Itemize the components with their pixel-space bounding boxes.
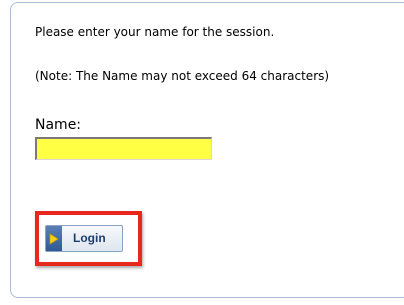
play-arrow-icon (46, 226, 62, 251)
name-input[interactable] (35, 137, 212, 160)
login-panel: Please enter your name for the session. … (10, 2, 404, 298)
name-label: Name: (35, 117, 82, 133)
instruction-text: Please enter your name for the session. (35, 25, 275, 39)
login-button[interactable]: Login (45, 225, 123, 252)
login-button-label: Login (73, 231, 106, 245)
name-length-note: (Note: The Name may not exceed 64 charac… (35, 69, 330, 83)
